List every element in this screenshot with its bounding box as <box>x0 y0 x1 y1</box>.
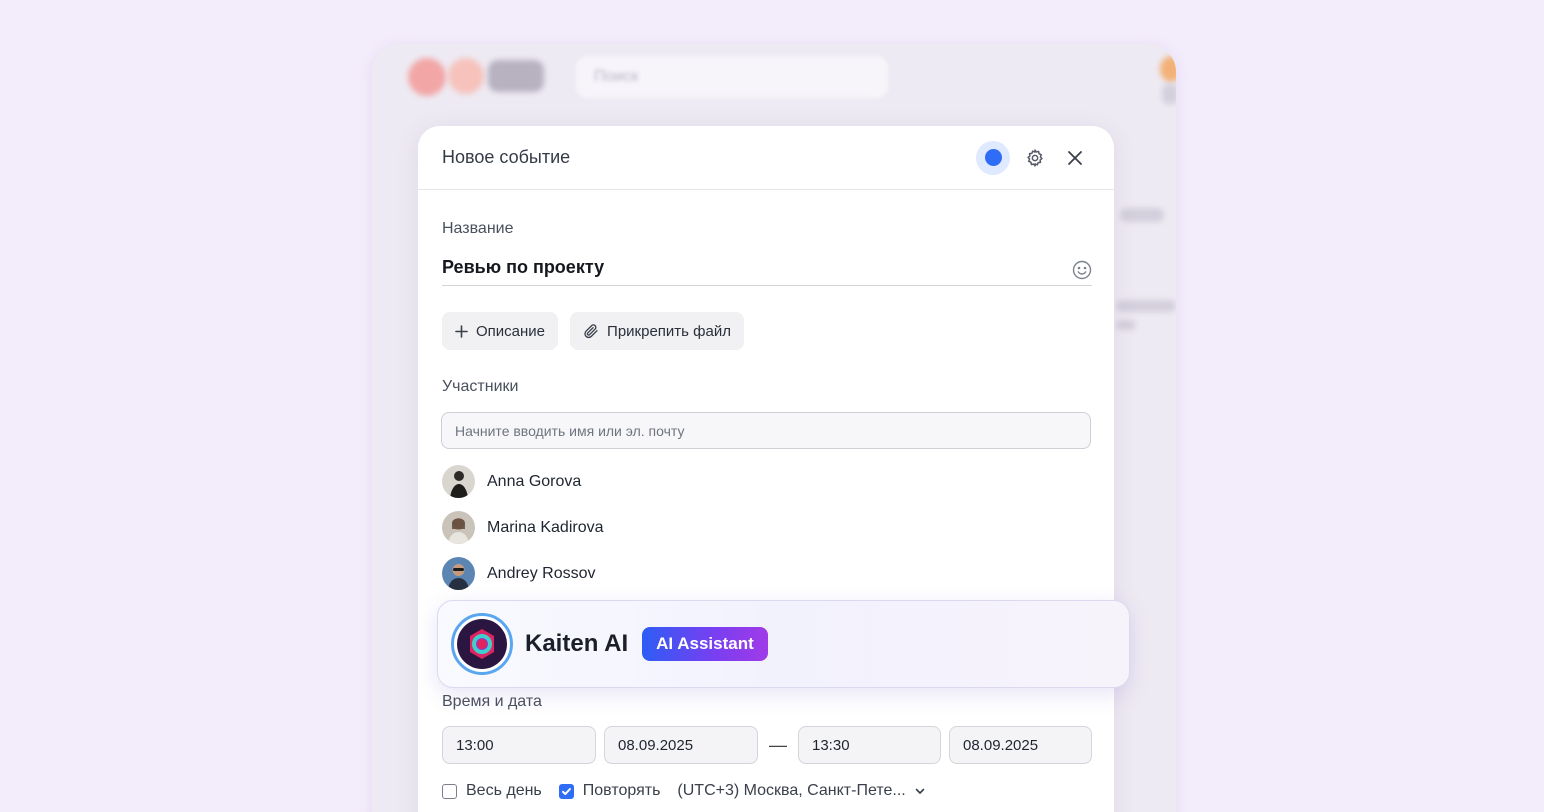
avatar <box>442 511 475 544</box>
repeat-checkbox[interactable] <box>558 783 574 799</box>
attach-file-label: Прикрепить файл <box>607 322 731 340</box>
background-text-blur <box>1120 208 1164 222</box>
plus-icon <box>455 324 468 338</box>
gear-icon <box>1027 148 1043 167</box>
kaiten-ai-logo-icon <box>457 619 507 669</box>
event-color-dot <box>984 149 1002 166</box>
chevron-down-icon <box>915 788 925 794</box>
modal-header: Новое событие <box>418 126 1114 190</box>
end-time-input[interactable]: 13:30 <box>798 726 941 764</box>
background-avatar-blur <box>1160 56 1176 82</box>
datetime-label: Время и дата <box>442 693 542 710</box>
app-logo-blur <box>488 60 544 92</box>
background-text-blur <box>1162 84 1176 104</box>
all-day-label: Весь день <box>466 782 542 799</box>
participant-name: Marina Kadirova <box>487 518 604 536</box>
start-time-input[interactable]: 13:00 <box>442 726 596 764</box>
add-description-button[interactable]: Описание <box>442 312 559 350</box>
participant-item[interactable]: Andrey Rossov <box>442 557 596 590</box>
app-logo-blur <box>448 58 484 94</box>
participant-item[interactable]: Marina Kadirova <box>442 511 604 544</box>
participant-search-input[interactable] <box>441 412 1091 449</box>
modal-title: Новое событие <box>442 147 571 167</box>
settings-button[interactable] <box>1020 143 1050 173</box>
background-search: Поиск <box>576 56 888 98</box>
event-color-picker[interactable] <box>976 140 1010 175</box>
event-name-field[interactable]: Ревью по проекту <box>442 252 1092 286</box>
ai-assistant-card[interactable]: Kaiten AI AI Assistant <box>437 600 1130 688</box>
participant-name: Andrey Rossov <box>487 564 596 582</box>
attach-file-button[interactable]: Прикрепить файл <box>570 312 744 350</box>
close-button[interactable] <box>1060 143 1090 173</box>
participants-label: Участники <box>442 378 519 395</box>
timezone-value: (UTC+3) Москва, Санкт-Пете... <box>677 782 906 799</box>
add-description-label: Описание <box>476 322 546 340</box>
name-label: Название <box>442 220 514 237</box>
ai-name: Kaiten AI <box>525 630 629 657</box>
background-text-blur <box>1116 320 1136 330</box>
participant-item[interactable]: Anna Gorova <box>442 465 581 498</box>
background-text-blur <box>1116 300 1176 312</box>
timezone-dropdown[interactable]: (UTC+3) Москва, Санкт-Пете... <box>677 782 925 800</box>
ai-assistant-badge: AI Assistant <box>642 627 768 661</box>
app-logo-blur <box>408 58 446 96</box>
avatar <box>442 557 475 590</box>
avatar <box>442 465 475 498</box>
background-search-text: Поиск <box>594 68 639 85</box>
paperclip-icon <box>584 324 598 339</box>
range-separator: — <box>769 734 787 755</box>
smile-icon[interactable] <box>1072 260 1092 280</box>
all-day-checkbox[interactable] <box>442 783 457 799</box>
end-date-input[interactable]: 08.09.2025 <box>949 726 1092 764</box>
checkmark-icon <box>561 787 571 795</box>
participant-name: Anna Gorova <box>487 472 582 490</box>
event-name-value[interactable]: Ревью по проекту <box>442 252 1072 278</box>
repeat-label: Повторять <box>582 782 661 799</box>
close-icon <box>1068 150 1082 165</box>
ai-avatar <box>451 613 513 675</box>
start-date-input[interactable]: 08.09.2025 <box>604 726 758 764</box>
new-event-modal: Новое событие Название Ревью по проекту <box>418 126 1114 812</box>
